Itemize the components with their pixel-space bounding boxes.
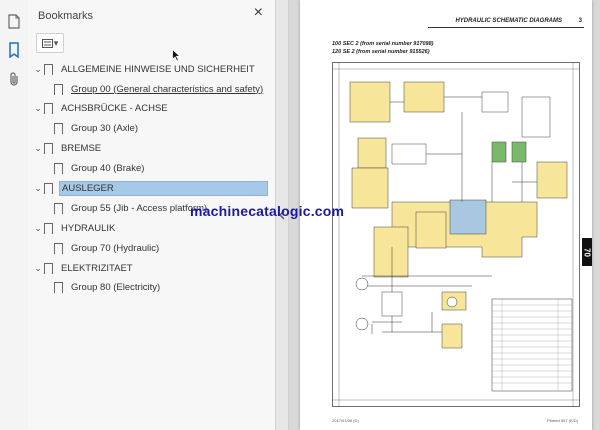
section-tab: 70 <box>582 238 592 266</box>
bookmark-item-selected[interactable]: ⌄ AUSLEGER <box>32 179 268 197</box>
chevron-down-icon: ▾ <box>53 37 59 48</box>
page-thumbnails-icon[interactable] <box>5 12 23 30</box>
bookmark-label: Group 40 (Brake) <box>71 162 145 174</box>
bookmark-icon <box>54 281 63 294</box>
bookmark-label: BREMSE <box>61 142 102 154</box>
bookmark-item[interactable]: ⌄ HYDRAULIK <box>32 219 117 237</box>
tool-rail <box>0 0 29 430</box>
bookmark-icon <box>54 122 63 135</box>
page-header: HYDRAULIC SCHEMATIC DIAGRAMS 3 <box>300 18 592 30</box>
bookmark-label: Group 30 (Axle) <box>71 122 139 134</box>
bookmark-item[interactable]: ⌄ BREMSE <box>32 139 103 157</box>
bookmark-icon <box>44 63 53 76</box>
bookmark-label: ELEKTRIZITAET <box>61 262 133 274</box>
bookmark-item[interactable]: ⌄ ALLGEMEINE HINWEISE UND SICHERHEIT <box>32 60 257 78</box>
mouse-cursor-icon <box>172 49 181 62</box>
bookmark-label: HYDRAULIK <box>61 222 116 234</box>
bookmark-label: Group 00 (General characteristics and sa… <box>71 83 264 95</box>
bookmark-icon <box>44 182 53 195</box>
bookmark-item[interactable]: Group 55 (Jib - Access platform) <box>54 199 209 217</box>
bookmark-item[interactable]: ⌄ ELEKTRIZITAET <box>32 259 135 277</box>
bookmark-label: Group 80 (Electricity) <box>71 281 161 293</box>
chevron-down-icon[interactable]: ⌄ <box>32 64 44 75</box>
bookmark-label: AUSLEGER <box>59 180 268 196</box>
bookmark-item[interactable]: Group 00 (General characteristics and sa… <box>54 80 265 98</box>
chevron-down-icon[interactable]: ⌄ <box>32 103 44 114</box>
bookmark-options-button[interactable]: ▾ <box>36 33 64 53</box>
header-rule <box>428 27 584 28</box>
close-icon[interactable]: × <box>254 4 263 22</box>
bookmark-label: ALLGEMEINE HINWEISE UND SICHERHEIT <box>61 63 255 75</box>
page-number: 3 <box>578 18 582 24</box>
bookmark-item[interactable]: Group 80 (Electricity) <box>54 278 162 296</box>
chevron-down-icon[interactable]: ⌄ <box>32 143 44 154</box>
footer-left: 2017/01/09 (D) <box>332 418 359 423</box>
chevron-down-icon[interactable]: ⌄ <box>32 263 44 274</box>
bookmark-item[interactable]: Group 70 (Hydraulic) <box>54 239 161 257</box>
bookmark-icon[interactable] <box>5 41 23 59</box>
bookmark-item[interactable]: Group 40 (Brake) <box>54 159 146 177</box>
bookmark-label: Group 70 (Hydraulic) <box>71 242 160 254</box>
watermark-text: machinecatalogic.com <box>190 203 345 219</box>
attachment-icon[interactable] <box>5 70 23 88</box>
bookmark-icon <box>44 142 53 155</box>
footer-right: Printed 957 (E/D) <box>547 418 578 423</box>
bookmark-icon <box>54 202 63 215</box>
chevron-down-icon[interactable]: ⌄ <box>32 183 44 194</box>
list-options-icon <box>41 38 53 48</box>
bookmark-item[interactable]: Group 30 (Axle) <box>54 119 140 137</box>
bookmark-item[interactable]: ⌄ ACHSBRÜCKE - ACHSE <box>32 99 170 117</box>
model-subtitle: 120 SE 2 (from serial number 915526) <box>332 49 430 55</box>
bookmark-label: Group 55 (Jib - Access platform) <box>71 202 208 214</box>
header-title: HYDRAULIC SCHEMATIC DIAGRAMS <box>455 18 562 24</box>
hydraulic-schematic <box>332 62 580 407</box>
chevron-down-icon[interactable]: ⌄ <box>32 223 44 234</box>
bookmark-icon <box>54 162 63 175</box>
bookmark-label: ACHSBRÜCKE - ACHSE <box>61 102 168 114</box>
model-subtitle: 100 SEC 2 (from serial number 917098) <box>332 41 434 47</box>
bookmark-icon <box>54 83 63 96</box>
bookmark-icon <box>54 242 63 255</box>
bookmark-icon <box>44 222 53 235</box>
panel-title: Bookmarks <box>38 10 94 22</box>
bookmark-icon <box>44 262 53 275</box>
bookmark-icon <box>44 102 53 115</box>
